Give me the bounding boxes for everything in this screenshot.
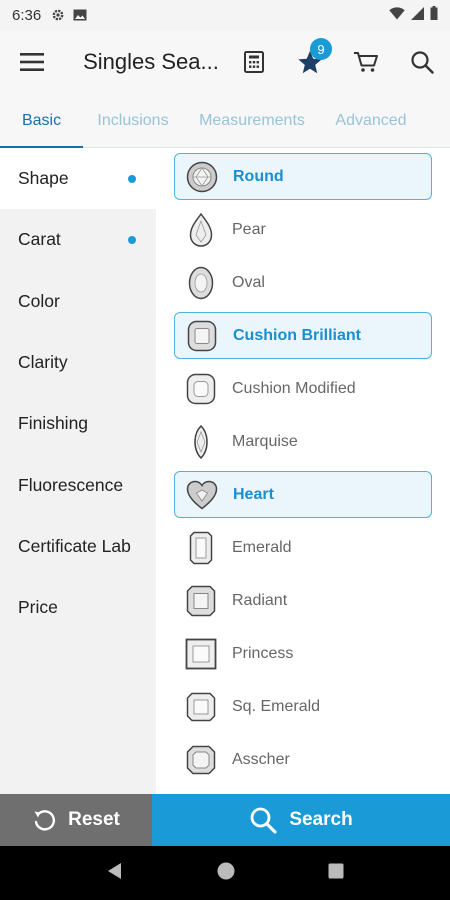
sidebar-item-label: Price bbox=[18, 597, 58, 618]
sidebar-item-label: Clarity bbox=[18, 352, 68, 373]
shape-label: Marquise bbox=[232, 432, 298, 450]
marquise-diamond-icon bbox=[184, 424, 218, 460]
filter-category-sidebar: Shape Carat Color Clarity Finishing Fluo… bbox=[0, 148, 156, 794]
shape-option-asscher[interactable]: Asscher bbox=[174, 736, 432, 783]
search-icon bbox=[249, 806, 277, 834]
status-bar: 6:36 bbox=[0, 0, 450, 30]
shape-option-emerald[interactable]: Emerald bbox=[174, 524, 432, 571]
back-icon[interactable] bbox=[106, 862, 124, 885]
sidebar-item-clarity[interactable]: Clarity bbox=[0, 332, 156, 393]
princess-diamond-icon bbox=[184, 636, 218, 672]
sidebar-item-certificate-lab[interactable]: Certificate Lab bbox=[0, 516, 156, 577]
sidebar-item-label: Shape bbox=[18, 168, 69, 189]
sidebar-item-price[interactable]: Price bbox=[0, 577, 156, 638]
settings-status-icon bbox=[51, 8, 65, 22]
sidebar-item-carat[interactable]: Carat bbox=[0, 209, 156, 270]
bottom-action-bar: Reset Search bbox=[0, 794, 450, 846]
shape-option-marquise[interactable]: Marquise bbox=[174, 418, 432, 465]
cart-icon bbox=[354, 52, 378, 72]
shape-option-radiant[interactable]: Radiant bbox=[174, 577, 432, 624]
system-navigation-bar bbox=[0, 846, 450, 900]
tab-bar: Basic Inclusions Measurements Advanced bbox=[0, 94, 450, 149]
app-bar: Singles Sea... 9 bbox=[0, 30, 450, 94]
cushion-modified-icon bbox=[184, 371, 218, 407]
tab-inclusions[interactable]: Inclusions bbox=[83, 94, 183, 148]
cart-button[interactable] bbox=[338, 30, 394, 94]
watchlist-button[interactable]: 9 bbox=[282, 30, 338, 94]
shape-option-cushion-modified[interactable]: Cushion Modified bbox=[174, 365, 432, 412]
image-status-icon bbox=[73, 9, 87, 21]
hamburger-icon bbox=[19, 53, 44, 71]
shape-label: Radiant bbox=[232, 591, 288, 609]
shape-option-oval[interactable]: Oval bbox=[174, 259, 432, 306]
sidebar-item-label: Color bbox=[18, 290, 60, 311]
search-action-button[interactable] bbox=[394, 30, 450, 94]
selection-indicator-dot bbox=[128, 174, 136, 183]
oval-diamond-icon bbox=[184, 265, 218, 301]
sidebar-item-shape[interactable]: Shape bbox=[0, 148, 156, 210]
home-icon[interactable] bbox=[217, 862, 235, 885]
search-label: Search bbox=[289, 809, 353, 830]
shape-option-princess[interactable]: Princess bbox=[174, 630, 432, 677]
status-time: 6:36 bbox=[12, 6, 42, 24]
shape-label: Heart bbox=[233, 485, 274, 503]
shape-label: Oval bbox=[232, 273, 265, 291]
shape-label: Cushion Brilliant bbox=[233, 326, 361, 344]
watchlist-count-badge: 9 bbox=[310, 38, 332, 60]
tab-measurements[interactable]: Measurements bbox=[183, 94, 321, 148]
calculator-icon bbox=[244, 51, 264, 73]
tab-advanced[interactable]: Advanced bbox=[321, 94, 421, 148]
shape-option-pear[interactable]: Pear bbox=[174, 206, 432, 253]
reset-icon bbox=[32, 808, 56, 832]
sidebar-item-finishing[interactable]: Finishing bbox=[0, 393, 156, 454]
shape-label: Emerald bbox=[232, 538, 292, 556]
sidebar-item-label: Certificate Lab bbox=[18, 535, 131, 556]
radiant-diamond-icon bbox=[184, 583, 218, 619]
shape-label: Sq. Emerald bbox=[232, 697, 321, 715]
recents-icon[interactable] bbox=[328, 863, 344, 884]
reset-button[interactable]: Reset bbox=[0, 794, 152, 846]
sidebar-item-color[interactable]: Color bbox=[0, 271, 156, 332]
shape-option-heart[interactable]: Heart bbox=[174, 471, 432, 518]
shape-option-cushion-brilliant[interactable]: Cushion Brilliant bbox=[174, 312, 432, 359]
sidebar-item-label: Carat bbox=[18, 229, 61, 250]
shape-label: Cushion Modified bbox=[232, 379, 356, 397]
shape-label: Round bbox=[233, 167, 284, 185]
round-diamond-icon bbox=[185, 159, 219, 195]
page-title: Singles Sea... bbox=[83, 49, 219, 74]
heart-diamond-icon bbox=[185, 477, 219, 513]
calculator-button[interactable] bbox=[226, 30, 282, 94]
square-emerald-icon bbox=[184, 689, 218, 725]
reset-label: Reset bbox=[68, 809, 120, 830]
sidebar-item-label: Fluorescence bbox=[18, 474, 124, 495]
shape-option-sq-emerald[interactable]: Sq. Emerald bbox=[174, 683, 432, 730]
battery-icon bbox=[430, 6, 438, 24]
selection-indicator-dot bbox=[128, 235, 136, 244]
sidebar-item-label: Finishing bbox=[18, 413, 89, 434]
search-icon bbox=[411, 51, 434, 74]
shape-label: Asscher bbox=[232, 750, 290, 768]
sidebar-item-fluorescence[interactable]: Fluorescence bbox=[0, 454, 156, 515]
shape-label: Pear bbox=[232, 220, 266, 238]
pear-diamond-icon bbox=[184, 212, 218, 248]
emerald-diamond-icon bbox=[184, 530, 218, 566]
wifi-icon bbox=[389, 6, 405, 24]
shape-options-list: Round Pear Oval Cushion Brilliant Cushio… bbox=[156, 148, 450, 794]
shape-label: Princess bbox=[232, 644, 294, 662]
search-button[interactable]: Search bbox=[152, 794, 450, 846]
menu-button[interactable] bbox=[0, 30, 63, 94]
shape-option-round[interactable]: Round bbox=[174, 153, 432, 200]
signal-icon bbox=[411, 6, 424, 24]
cushion-brilliant-icon bbox=[185, 318, 219, 354]
tab-basic[interactable]: Basic bbox=[0, 94, 83, 149]
asscher-diamond-icon bbox=[184, 742, 218, 778]
